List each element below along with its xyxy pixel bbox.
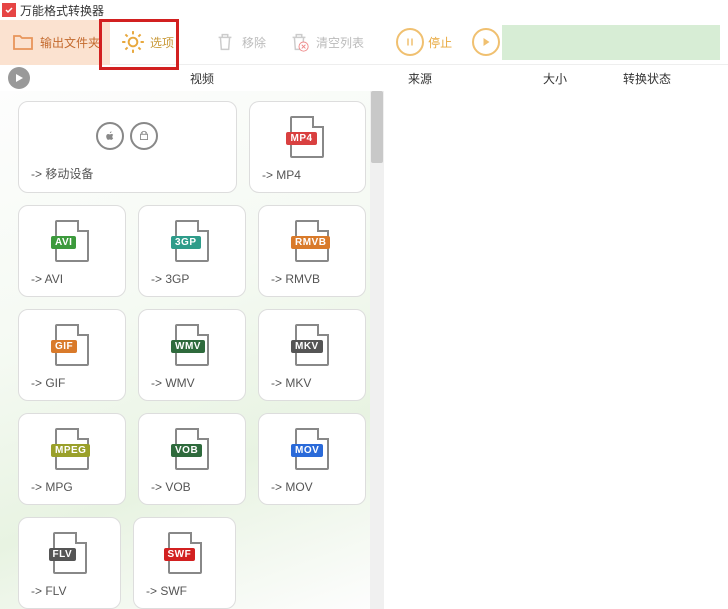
apple-icon [96,122,124,150]
format-card-flv[interactable]: FLV -> FLV [18,517,121,609]
format-card-avi[interactable]: AVI -> AVI [18,205,126,297]
file-list-area [384,91,728,609]
play-icon [472,28,500,56]
remove-label: 移除 [242,34,266,51]
app-title: 万能格式转换器 [20,2,104,19]
options-button[interactable]: 选项 [110,20,184,65]
format-card-gif[interactable]: GIF -> GIF [18,309,126,401]
folder-icon [10,29,36,55]
format-label: -> MKV [271,376,353,390]
clear-label: 清空列表 [316,34,364,51]
scrollbar-thumb[interactable] [371,91,383,163]
format-label: -> WMV [151,376,233,390]
output-folder-label: 输出文件夹 [40,34,100,51]
format-card-swf[interactable]: SWF -> SWF [133,517,236,609]
file-icon: MP4 [290,116,324,158]
scrollbar[interactable] [370,91,384,609]
file-icon: MOV [295,428,329,470]
gear-icon [120,29,146,55]
preview-play-button[interactable] [8,67,30,89]
format-label: -> AVI [31,272,113,286]
title-bar: 万能格式转换器 [0,0,728,20]
file-icon: MPEG [55,428,89,470]
format-card-vob[interactable]: VOB -> VOB [138,413,246,505]
format-label: -> GIF [31,376,113,390]
format-card-mov[interactable]: MOV -> MOV [258,413,366,505]
column-source: 来源 [408,70,543,87]
android-icon [130,122,158,150]
file-icon: GIF [55,324,89,366]
file-icon: RMVB [295,220,329,262]
format-grid: -> 移动设备 MP4 -> MP4 AVI -> AVI 3GP -> 3GP… [0,91,370,609]
format-label: -> FLV [31,584,108,598]
column-size: 大小 [543,70,623,87]
format-card-3gp[interactable]: 3GP -> 3GP [138,205,246,297]
file-icon: SWF [168,532,202,574]
format-label: -> 3GP [151,272,233,286]
format-label: -> MP4 [262,168,353,182]
section-label: 视频 [190,70,214,87]
file-icon: FLV [53,532,87,574]
file-icon: MKV [295,324,329,366]
format-label: -> SWF [146,584,223,598]
clear-icon [286,29,312,55]
format-card-mkv[interactable]: MKV -> MKV [258,309,366,401]
format-card-rmvb[interactable]: RMVB -> RMVB [258,205,366,297]
sub-header: 视频 来源 大小 转换状态 [0,65,728,91]
pause-icon [396,28,424,56]
format-label: -> MOV [271,480,353,494]
app-logo-icon [2,3,16,17]
format-label: -> VOB [151,480,233,494]
stop-label: 停止 [428,34,452,51]
file-icon: VOB [175,428,209,470]
remove-button[interactable]: 移除 [202,20,276,65]
file-icon: AVI [55,220,89,262]
format-card-mobile[interactable]: -> 移动设备 [18,101,237,193]
trash-icon [212,29,238,55]
status-panel [502,25,720,60]
toolbar: 输出文件夹 选项 移除 清空列表 停止 开始 [0,20,728,65]
format-label: -> MPG [31,480,113,494]
options-label: 选项 [150,34,174,51]
column-status: 转换状态 [623,70,728,87]
clear-list-button[interactable]: 清空列表 [276,20,374,65]
format-card-mp4[interactable]: MP4 -> MP4 [249,101,366,193]
format-card-mpeg[interactable]: MPEG -> MPG [18,413,126,505]
output-folder-button[interactable]: 输出文件夹 [0,20,110,65]
format-card-wmv[interactable]: WMV -> WMV [138,309,246,401]
file-icon: WMV [175,324,209,366]
format-label: -> 移动设备 [31,165,224,182]
stop-button[interactable]: 停止 [386,20,462,65]
format-label: -> RMVB [271,272,353,286]
main-area: -> 移动设备 MP4 -> MP4 AVI -> AVI 3GP -> 3GP… [0,91,728,609]
file-icon: 3GP [175,220,209,262]
